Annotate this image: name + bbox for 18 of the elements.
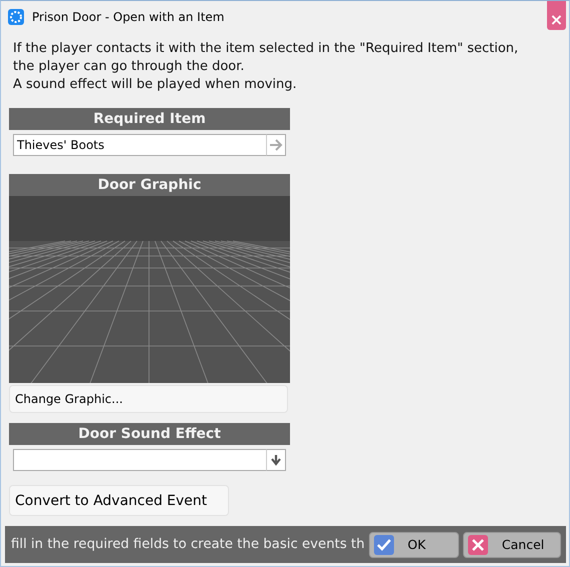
item-field[interactable]: Thieves' Boots [13, 134, 266, 156]
cancel-button[interactable]: Cancel [462, 532, 561, 558]
description-text: If the player contacts it with the item selected in the "Required Item" section, the player can go through the door. [13, 40, 520, 76]
window-title: Prison Door - Open with an Item [32, 10, 224, 24]
section-header: Required Item [9, 108, 290, 130]
convert-button[interactable]: Convert to Advanced Event [9, 485, 229, 516]
ok-button[interactable]: OK [368, 532, 459, 558]
description-text: A sound effect will be played when moving. [13, 76, 298, 94]
section-header: Door Sound Effect [9, 423, 290, 445]
change-graphic-button[interactable]: Change Graphic... [9, 385, 288, 413]
sound-effect-field[interactable] [13, 449, 266, 471]
app-icon [8, 8, 24, 24]
check-icon [374, 534, 394, 554]
footer-message: fill in the required fields to create the basic events th [10, 537, 365, 552]
close-icon [468, 534, 488, 554]
arrow-right-icon[interactable] [269, 139, 283, 151]
section-header: Door Graphic [9, 174, 290, 196]
arrow-down-icon[interactable] [270, 454, 282, 466]
